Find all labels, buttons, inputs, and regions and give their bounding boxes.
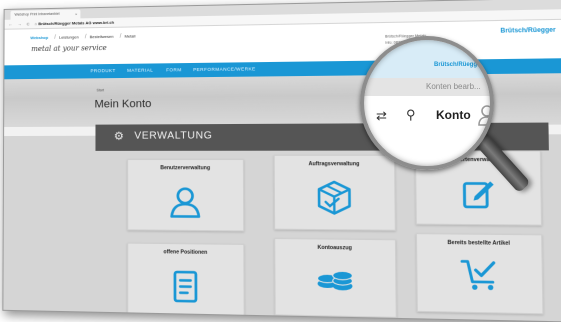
breadcrumb-item[interactable]: Metall [125,33,136,38]
breadcrumb-item[interactable]: Bestellwesen [90,34,114,39]
section-title: VERWALTUNG [134,130,213,142]
card-offene-positionen[interactable]: offene Positionen [127,242,245,322]
nav-item-material[interactable]: MATERIAL [127,63,153,77]
user-icon [167,185,203,220]
breadcrumb-separator: / [119,33,122,40]
breadcrumb-separator: / [54,34,56,41]
url-text[interactable]: Brütsch/Rüegger Metals AG www.bri.ch [38,18,114,28]
nav-item-produkt[interactable]: PRODUKT [90,64,115,78]
card-title: Benutzerverwaltung [160,165,211,172]
coins-icon [313,263,357,291]
site-tagline: metal at your service [31,43,107,54]
card-kontoauszug[interactable]: Kontoauszug [274,237,397,318]
browser-tab-title: Webshop Print Intranetanbiet [14,11,60,17]
document-list-icon [170,269,202,305]
breadcrumb-item[interactable]: Leistungen [59,34,79,39]
nav-item-form[interactable]: FORM [166,63,181,77]
cart-check-icon [459,256,500,291]
card-title: offene Positionen [163,249,208,256]
screenshot-stage: Webshop Print Intranetanbiet × ← → C ⌂ B… [0,0,561,322]
magnifying-glass: Brütsch/Rüegger Konten bearb... ⇄ ⚲ Kont… [340,22,531,194]
card-bereits-bestellte-artikel[interactable]: Bereits bestellte Artikel [415,233,544,315]
magnifier-rim [360,36,494,170]
gear-icon: ⚙ [113,130,124,143]
card-benutzerverwaltung[interactable]: Benutzerverwaltung [127,159,245,232]
browser-nav-buttons[interactable]: ← → C ⌂ [8,19,39,28]
breadcrumb-item[interactable]: Webshop [30,35,48,40]
card-title: Bereits bestellte Artikel [447,239,511,247]
card-title: Kontoauszug [317,244,352,252]
page-title: Mein Konto [94,97,152,111]
banner-breadcrumb[interactable]: Start [97,88,105,92]
nav-item-performance[interactable]: PERFORMANCE/WERKE [193,62,256,77]
breadcrumb: Webshop / Leistungen / Bestellwesen / Metal… [30,33,141,41]
tab-close-icon[interactable]: × [75,9,77,18]
breadcrumb-separator: / [84,34,87,41]
